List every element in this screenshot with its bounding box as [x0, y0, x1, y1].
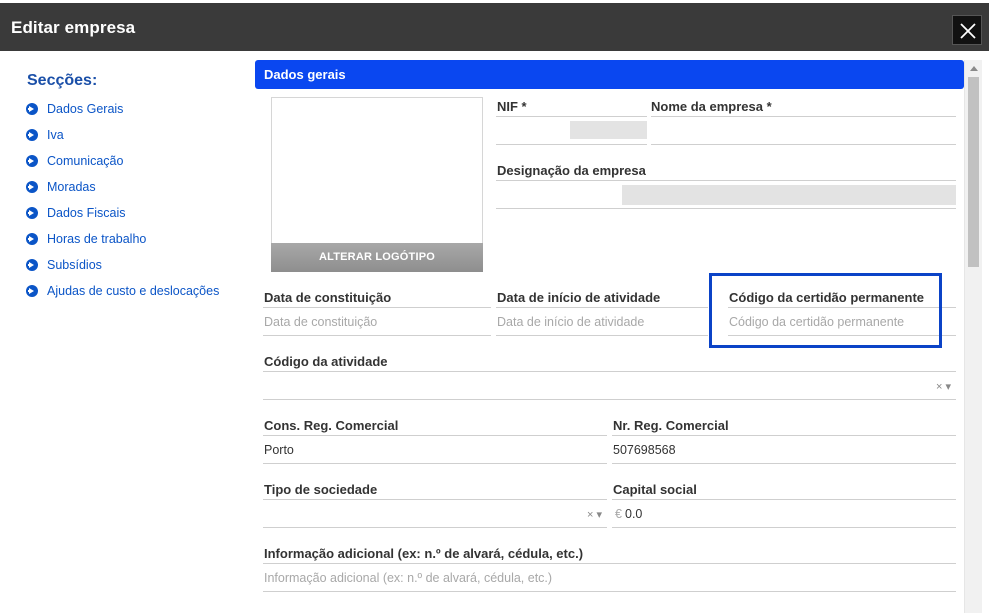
- company-type-label-divider: [263, 499, 607, 500]
- scrollbar-thumb[interactable]: [968, 77, 979, 267]
- sidebar-item-label: Ajudas de custo e deslocações: [47, 284, 220, 298]
- sidebar-item-subsidios[interactable]: Subsídios: [26, 256, 102, 274]
- company-type-select[interactable]: [263, 527, 607, 528]
- incorporation-date-label-divider: [263, 307, 491, 308]
- additional-info-label: Informação adicional (ex: n.º de alvará,…: [264, 546, 584, 561]
- sidebar-item-moradas[interactable]: Moradas: [26, 178, 96, 196]
- additional-info-input[interactable]: Informação adicional (ex: n.º de alvará,…: [264, 571, 552, 585]
- sidebar-item-horas-trabalho[interactable]: Horas de trabalho: [26, 230, 146, 248]
- dialog-header: Editar empresa: [0, 3, 989, 51]
- registry-number-underline: [612, 463, 956, 464]
- activity-code-select[interactable]: [263, 399, 956, 400]
- activity-start-label-divider: [496, 307, 708, 308]
- registry-number-input[interactable]: 507698568: [613, 443, 676, 457]
- sidebar-item-label: Dados Fiscais: [47, 206, 126, 220]
- company-type-label: Tipo de sociedade: [264, 482, 378, 497]
- activity-start-underline: [496, 335, 708, 336]
- designation-label-divider: [496, 180, 956, 181]
- arrow-circle-icon: [26, 103, 38, 115]
- sidebar-item-label: Iva: [47, 128, 64, 142]
- incorporation-date-underline: [263, 335, 491, 336]
- sidebar-item-ajudas-custo[interactable]: Ajudas de custo e deslocações: [26, 282, 219, 300]
- arrow-circle-icon: [26, 207, 38, 219]
- section-header: Dados gerais: [255, 60, 964, 89]
- arrow-circle-icon: [26, 155, 38, 167]
- share-capital-label: Capital social: [613, 482, 697, 497]
- commercial-registry-label-divider: [263, 435, 607, 436]
- arrow-circle-icon: [26, 181, 38, 193]
- share-capital-input[interactable]: 0.0: [625, 507, 642, 521]
- activity-start-date-input[interactable]: Data de início de atividade: [497, 315, 644, 329]
- nif-label-divider: [496, 116, 647, 117]
- chevron-down-icon[interactable]: ▾: [597, 509, 603, 521]
- company-designation-label: Designação da empresa: [497, 163, 646, 178]
- scroll-up-icon[interactable]: [970, 66, 978, 71]
- registry-number-label-divider: [612, 435, 956, 436]
- registry-number-label: Nr. Reg. Comercial: [613, 418, 729, 433]
- vertical-scrollbar[interactable]: [964, 60, 982, 613]
- sidebar-item-comunicacao[interactable]: Comunicação: [26, 152, 123, 170]
- activity-code-label: Código da atividade: [264, 354, 388, 369]
- sidebar-item-label: Comunicação: [47, 154, 124, 168]
- company-name-input[interactable]: [651, 144, 956, 145]
- company-name-label-divider: [651, 116, 956, 117]
- commercial-registry-label: Cons. Reg. Comercial: [264, 418, 399, 433]
- sidebar-item-label: Moradas: [47, 180, 96, 194]
- sidebar-item-label: Horas de trabalho: [47, 232, 147, 246]
- arrow-circle-icon: [26, 129, 38, 141]
- share-capital-underline: [612, 527, 956, 528]
- chevron-down-icon[interactable]: ▾: [946, 381, 952, 393]
- close-icon: [960, 23, 976, 39]
- additional-info-underline: [263, 591, 956, 592]
- clear-icon[interactable]: ×: [936, 381, 942, 393]
- commercial-registry-input[interactable]: Porto: [264, 443, 294, 457]
- commercial-registry-underline: [263, 463, 607, 464]
- sidebar-item-dados-gerais[interactable]: Dados Gerais: [26, 100, 123, 118]
- designation-field-underline: [496, 208, 956, 209]
- clear-icon[interactable]: ×: [587, 509, 593, 521]
- company-name-label: Nome da empresa *: [651, 99, 772, 114]
- sidebar-heading: Secções:: [27, 72, 98, 89]
- share-capital-label-divider: [612, 499, 956, 500]
- euro-icon: €: [615, 507, 622, 521]
- activity-code-controls: × ▾: [936, 380, 951, 393]
- close-button[interactable]: [952, 15, 982, 45]
- sidebar-item-label: Dados Gerais: [47, 102, 124, 116]
- activity-start-date-label: Data de início de atividade: [497, 290, 661, 305]
- sidebar-item-dados-fiscais[interactable]: Dados Fiscais: [26, 204, 126, 222]
- incorporation-date-label: Data de constituição: [264, 290, 392, 305]
- nif-input[interactable]: [570, 121, 647, 139]
- nif-label: NIF *: [497, 99, 527, 114]
- incorporation-date-input[interactable]: Data de constituição: [264, 315, 377, 329]
- sidebar-item-label: Subsídios: [47, 258, 102, 272]
- arrow-circle-icon: [26, 285, 38, 297]
- arrow-circle-icon: [26, 259, 38, 271]
- additional-info-label-divider: [263, 563, 956, 564]
- dialog-title: Editar empresa: [11, 18, 136, 37]
- highlight-box: [709, 273, 942, 348]
- company-type-controls: × ▾: [587, 508, 602, 521]
- sidebar-item-iva[interactable]: Iva: [26, 126, 64, 144]
- change-logo-button[interactable]: ALTERAR LOGÓTIPO: [271, 243, 483, 272]
- arrow-circle-icon: [26, 233, 38, 245]
- company-designation-input[interactable]: [622, 185, 956, 205]
- activity-code-label-divider: [263, 371, 956, 372]
- nif-field-underline: [496, 144, 647, 145]
